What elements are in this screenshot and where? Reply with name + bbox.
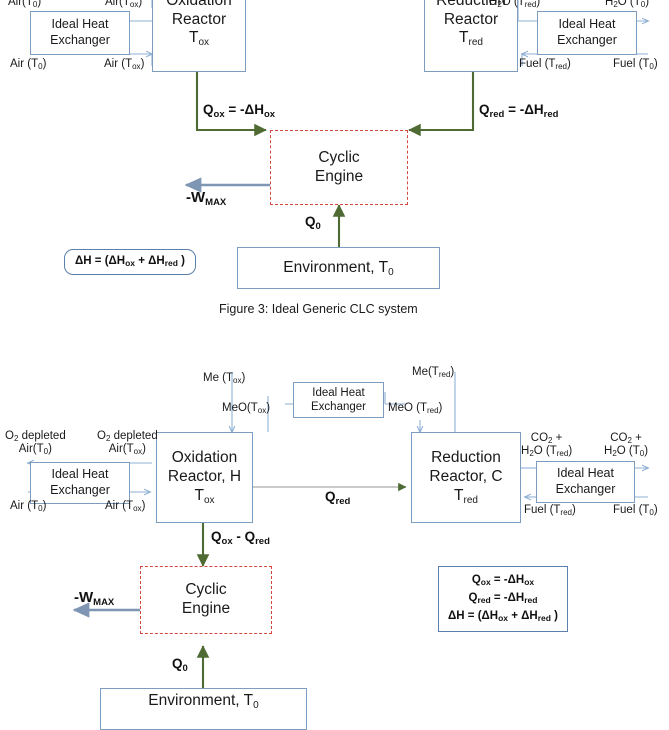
top-cyclic-engine-label: Cyclic Engine <box>314 148 364 185</box>
bottom-q0-label: Q0 <box>172 656 188 674</box>
top-right-heat-exchanger-box[interactable]: Ideal Heat Exchanger <box>537 11 637 55</box>
top-qred-label: Qred = -ΔHred <box>479 102 559 120</box>
bottom-fuel-t0-label: Fuel (T0) <box>613 504 658 517</box>
bottom-wmax-label: -WMAX <box>74 589 115 608</box>
bottom-right-heat-exchanger-label: Ideal Heat Exchanger <box>555 466 616 496</box>
bottom-equations-text: Qox = -ΔHox Qred = -ΔHred ΔH = (ΔHox + Δ… <box>448 574 558 623</box>
top-cyclic-engine-box[interactable]: Cyclic Engine <box>270 130 408 205</box>
bottom-co2-h2o-t0-label: CO2 + H2O (T0) <box>604 432 649 459</box>
top-qox-label: Qox = -ΔHox <box>203 102 276 120</box>
top-right-heat-exchanger-label: Ideal Heat Exchanger <box>557 17 617 47</box>
top-qred-arrow <box>408 72 475 137</box>
bottom-cyclic-engine-box[interactable]: Cyclic Engine <box>140 566 272 634</box>
bottom-co2-h2o-tred-label: CO2 + H2O (Tred) <box>521 432 573 459</box>
bottom-meo-tox-label: MeO(Tox) <box>222 402 271 415</box>
bottom-environment-label: Environment, T0 <box>148 692 259 711</box>
bottom-o2-depleted-air-tox-label: O2 depleted Air(Tox) <box>97 430 158 457</box>
bottom-left-heat-exchanger-label: Ideal Heat Exchanger <box>50 467 110 497</box>
bottom-center-heat-exchanger-box[interactable]: Ideal Heat Exchanger <box>293 382 384 418</box>
diagram-canvas: Oxidation Reactor Tox Reduction Reactor … <box>0 0 669 730</box>
top-q0-label: Q0 <box>305 214 321 232</box>
bottom-air-in-t0-label: Air (T0) <box>10 500 47 513</box>
bottom-environment-box[interactable]: Environment, T0 <box>100 688 307 730</box>
top-air-out-t0-label: Air(T0) <box>8 0 42 9</box>
bottom-cyclic-engine-label: Cyclic Engine <box>181 581 231 617</box>
top-air-in-tox-label: Air (Tox) <box>104 58 145 71</box>
figure-caption: Figure 3: Ideal Generic CLC system <box>219 302 418 316</box>
bottom-oxidation-reactor-label: Oxidation Reactor, H Tox <box>167 449 242 506</box>
top-oxidation-reactor-label: Oxidation Reactor Tox <box>166 0 232 49</box>
bottom-reduction-reactor-box[interactable]: Reduction Reactor, C Tred <box>411 432 521 523</box>
top-oxidation-reactor-box[interactable]: Oxidation Reactor Tox <box>152 0 246 72</box>
top-air-in-t0-label: Air (T0) <box>10 58 47 71</box>
bottom-oxidation-reactor-box[interactable]: Oxidation Reactor, H Tox <box>156 432 253 523</box>
bottom-right-heat-exchanger-box[interactable]: Ideal Heat Exchanger <box>536 461 635 503</box>
bottom-meo-tred-label: MeO (Tred) <box>388 402 443 415</box>
top-fuel-tred-label: Fuel (Tred) <box>519 58 571 71</box>
top-environment-box[interactable]: Environment, T0 <box>237 247 440 289</box>
bottom-qred-label: Qred <box>325 489 351 507</box>
top-qox-arrow <box>195 72 267 137</box>
top-enthalpy-equation-text: ΔH = (ΔHox + ΔHred ) <box>75 255 185 269</box>
bottom-me-tox-label: Me (Tox) <box>203 372 246 385</box>
bottom-fuel-tred-label: Fuel (Tred) <box>524 504 576 517</box>
bottom-qox-minus-qred-label: Qox - Qred <box>211 529 270 547</box>
bottom-left-heat-exchanger-box[interactable]: Ideal Heat Exchanger <box>30 462 130 504</box>
top-air-out-tox-label: Air(Tox) <box>105 0 143 9</box>
top-environment-label: Environment, T0 <box>283 258 394 278</box>
top-h2o-t0-label: H2O (T0) <box>605 0 650 9</box>
bottom-air-in-tox-label: Air (Tox) <box>105 500 146 513</box>
bottom-center-heat-exchanger-label: Ideal Heat Exchanger <box>311 386 366 413</box>
top-h2o-tred-label: H2O (Tred) <box>489 0 541 9</box>
top-reduction-reactor-box[interactable]: Reduction Reactor Tred <box>424 0 518 72</box>
top-enthalpy-equation-box: ΔH = (ΔHox + ΔHred ) <box>64 249 196 275</box>
bottom-reduction-reactor-label: Reduction Reactor, C Tred <box>429 449 503 506</box>
top-wmax-label: -WMAX <box>186 189 227 208</box>
bottom-o2-depleted-air-t0-label: O2 depleted Air(T0) <box>5 430 66 457</box>
top-left-heat-exchanger-box[interactable]: Ideal Heat Exchanger <box>30 11 130 55</box>
bottom-equations-box: Qox = -ΔHox Qred = -ΔHred ΔH = (ΔHox + Δ… <box>438 566 568 632</box>
top-left-heat-exchanger-label: Ideal Heat Exchanger <box>50 17 110 47</box>
bottom-me-tred-label: Me(Tred) <box>412 366 455 379</box>
top-fuel-t0-label: Fuel (T0) <box>613 58 658 71</box>
